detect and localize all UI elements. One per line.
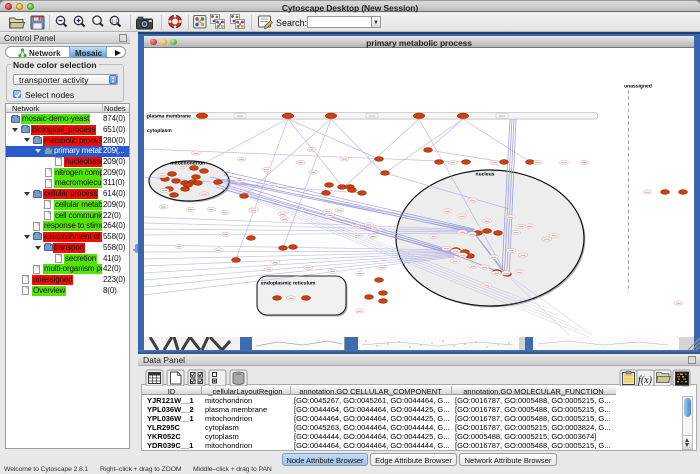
svg-text:plasma membrane: plasma membrane xyxy=(147,114,191,120)
svg-text:nucleus: nucleus xyxy=(476,172,495,178)
svg-text:cytoplasm: cytoplasm xyxy=(147,128,172,134)
svg-text:endoplasmic reticulum: endoplasmic reticulum xyxy=(261,281,316,287)
svg-text:mitochondrion: mitochondrion xyxy=(170,161,205,167)
svg-text:unassigned: unassigned xyxy=(624,84,652,90)
svg-text:1:1: 1:1 xyxy=(111,18,118,23)
